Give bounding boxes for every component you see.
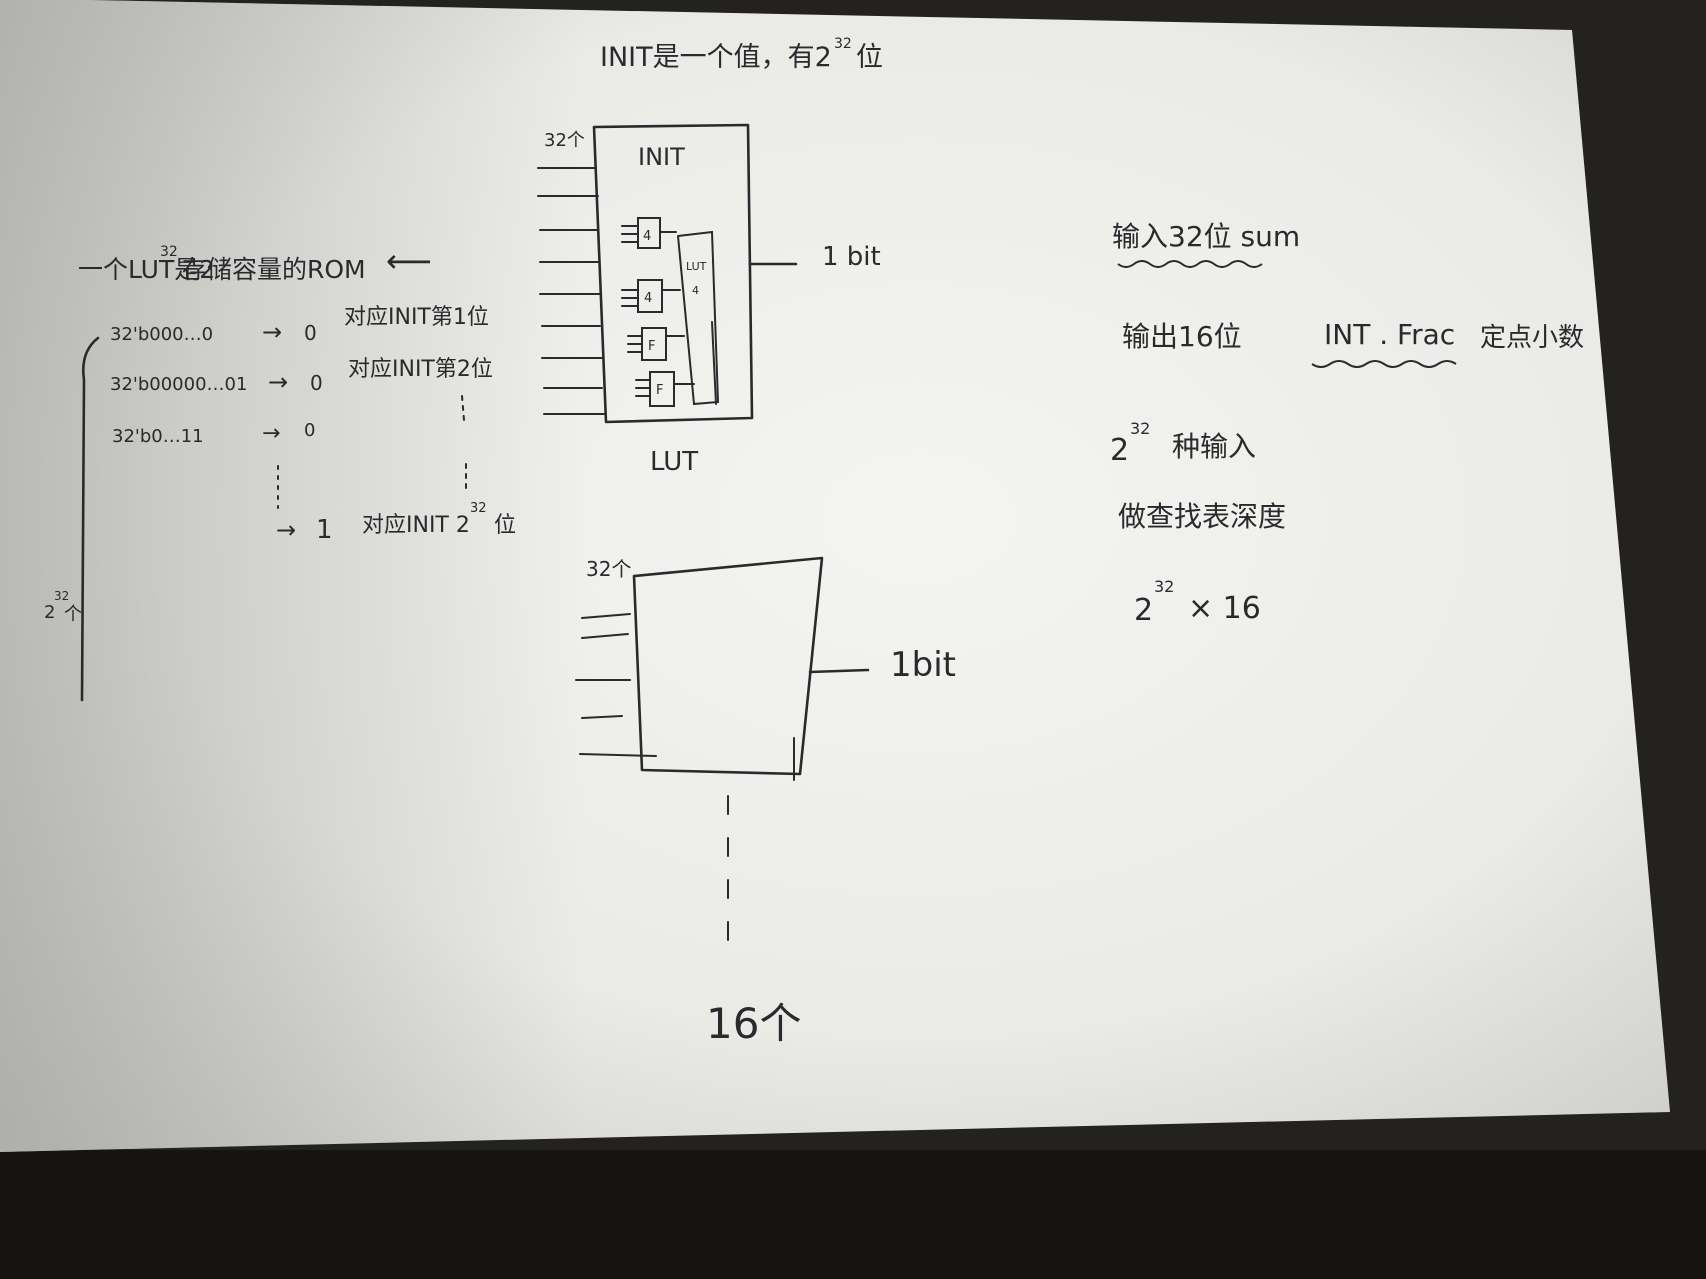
- rom-row-arrow: →: [268, 368, 288, 396]
- init-block-label: INIT: [638, 143, 685, 171]
- title-exponent: 32: [834, 36, 852, 52]
- title-suffix: 位: [856, 42, 883, 73]
- lut-cell: 4: [621, 279, 681, 313]
- rom-last-exponent: 32: [470, 501, 487, 516]
- svg-text:4: 4: [643, 229, 651, 244]
- depth-suffix: 个: [64, 604, 82, 625]
- rom-row-value: 0: [304, 321, 317, 345]
- rom-note-exponent: 32: [160, 244, 178, 260]
- depth-bracket: [80, 336, 100, 702]
- photo-scene: INIT是一个值，有2 32 位 32个 INIT 4 4 F F LUT 4 …: [0, 0, 1706, 1279]
- table-depth-note: 做查找表深度: [1118, 500, 1286, 533]
- right-notes: 输入32位 sum 输出16位 INT . Frac 定点小数 2 32 种输入…: [1110, 220, 1584, 628]
- rom-row: 32'b00000…01 → 0 对应INIT第2位: [110, 357, 493, 396]
- input-wires-bottom: [575, 613, 657, 757]
- input-wires-top: [537, 167, 605, 415]
- depth-exponent: 32: [54, 589, 69, 603]
- svg-text:F: F: [656, 383, 663, 398]
- output-underline: [1311, 360, 1457, 368]
- rom-last-row: → 1 对应INIT 2 32 位: [276, 501, 516, 545]
- rom-last-arrow: →: [276, 516, 296, 544]
- top-input-count: 32个: [544, 130, 585, 151]
- rom-last-note: 对应INIT 2: [362, 513, 470, 538]
- top-output-label: 1 bit: [822, 242, 881, 272]
- combos-base: 2: [1110, 433, 1129, 468]
- rom-note: 一个LUT是2 32 存储容量的ROM ⟵: [78, 242, 432, 284]
- rom-continuation-dots: [277, 395, 467, 509]
- formula-base: 2: [1134, 593, 1153, 628]
- combos-suffix: 种输入: [1172, 430, 1256, 463]
- output-format: INT . Frac: [1324, 318, 1455, 351]
- bottom-output-label: 1bit: [890, 645, 956, 685]
- inner-lut-box: [677, 230, 720, 406]
- rom-last-value: 1: [316, 515, 333, 545]
- title-text: INIT是一个值，有2: [600, 42, 832, 73]
- lut-diagram-top: 32个 INIT 4 4 F F LUT 4 1 bit LUT: [537, 123, 881, 477]
- input-underline: [1117, 260, 1263, 268]
- inner-lut-sub: 4: [692, 284, 699, 297]
- output-note-prefix: 输出16位: [1122, 320, 1242, 353]
- rom-row-address: 32'b0…11: [112, 426, 204, 447]
- formula-exponent: 32: [1154, 577, 1174, 596]
- page-title: INIT是一个值，有2 32 位: [600, 36, 883, 73]
- rom-note-suffix: 存储容量的ROM: [182, 255, 366, 284]
- rom-row-note: 对应INIT第2位: [348, 357, 493, 382]
- depth-label: 2 32 个: [44, 589, 82, 625]
- bottom-output-wire: [808, 668, 870, 674]
- bottom-input-count: 32个: [586, 557, 631, 581]
- stack-count: 16个: [706, 999, 801, 1048]
- rom-last-suffix: 位: [494, 513, 516, 538]
- svg-text:4: 4: [644, 291, 652, 306]
- svg-text:F: F: [648, 339, 655, 354]
- handwritten-notes: INIT是一个值，有2 32 位 32个 INIT 4 4 F F LUT 4 …: [44, 36, 1584, 1048]
- rom-row-note: 对应INIT第1位: [344, 305, 489, 330]
- rom-row-arrow: →: [262, 421, 280, 446]
- formula-suffix: × 16: [1188, 591, 1261, 626]
- rom-row: 32'b0…11 → 0: [112, 420, 315, 447]
- lut-cell: F: [635, 371, 695, 407]
- depth-base: 2: [44, 602, 55, 623]
- rom-row-arrow: →: [262, 318, 282, 346]
- rom-row-address: 32'b00000…01: [110, 374, 247, 395]
- lut-cell: 4: [621, 217, 677, 249]
- rom-note-arrow: ⟵: [386, 242, 432, 280]
- input-note: 输入32位 sum: [1112, 220, 1300, 253]
- inner-lut-label: LUT: [686, 260, 707, 273]
- lut-diagram-bottom: 32个 1bit 16个: [575, 556, 956, 1048]
- rom-row-address: 32'b000…0: [110, 324, 213, 345]
- rom-row-value: 0: [304, 420, 315, 441]
- lut-cell: F: [627, 327, 685, 361]
- combos-exponent: 32: [1130, 419, 1150, 438]
- top-diagram-caption: LUT: [650, 447, 698, 477]
- rom-row: 32'b000…0 → 0 对应INIT第1位: [110, 305, 489, 346]
- rom-row-value: 0: [310, 371, 323, 395]
- output-note-suffix: 定点小数: [1480, 323, 1584, 353]
